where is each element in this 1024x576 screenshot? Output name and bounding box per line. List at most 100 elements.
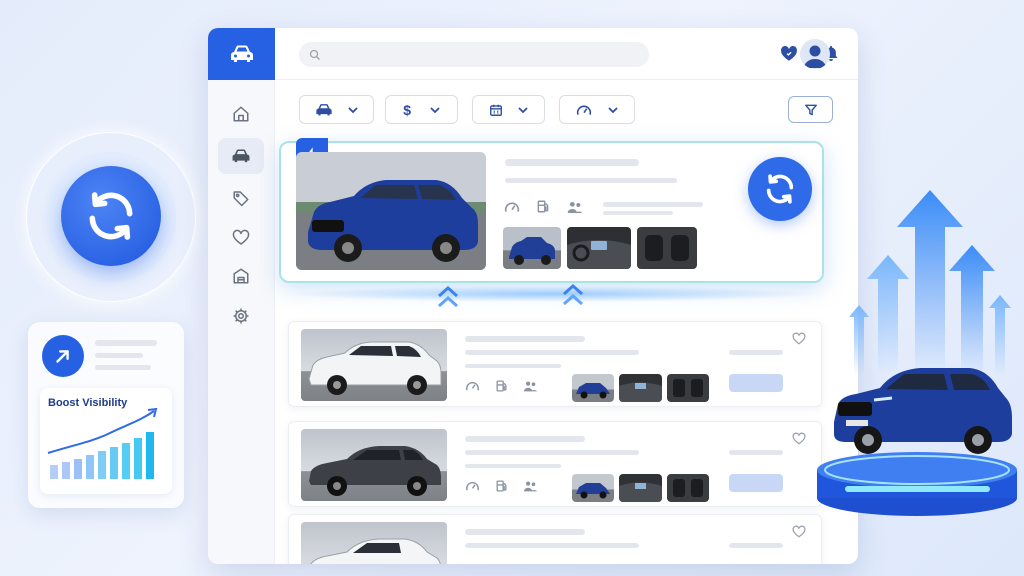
placeholder-line: [95, 340, 157, 346]
sidebar-item-dealership[interactable]: [218, 258, 264, 294]
sidebar-item-favorites[interactable]: [218, 220, 264, 256]
interior-seats-image: [673, 479, 703, 497]
car-image-white-sedan: [310, 538, 441, 564]
view-listing-button[interactable]: [729, 374, 783, 392]
view-listing-button[interactable]: [729, 474, 783, 492]
placeholder-line: [95, 353, 143, 358]
refresh-icon: [766, 174, 794, 204]
growth-bar: [110, 447, 118, 479]
listing-car-photo[interactable]: [301, 522, 447, 564]
subtitle-placeholder: [465, 364, 561, 368]
price-placeholder: [729, 450, 783, 455]
filter-price[interactable]: $: [385, 95, 458, 124]
listing-card[interactable]: [288, 321, 822, 407]
favorites-button[interactable]: [780, 45, 798, 63]
refresh-badge: [61, 166, 161, 266]
subtitle-placeholder: [465, 450, 639, 455]
top-bar: [275, 28, 858, 80]
search-input[interactable]: [327, 48, 627, 61]
favorite-heart-icon[interactable]: [792, 432, 806, 445]
app-window: $: [208, 28, 858, 564]
chevron-down-icon: [608, 106, 618, 113]
interior-dashboard-image: [567, 240, 631, 269]
car-image-dark-sedan: [309, 446, 441, 496]
chevron-down-icon: [518, 106, 528, 113]
subtitle-placeholder: [505, 178, 677, 183]
sidebar-item-settings[interactable]: [218, 298, 264, 334]
car-logo-icon: [230, 45, 253, 62]
refresh-icon: [89, 192, 133, 240]
gallery-thumbnail-seats[interactable]: [667, 474, 709, 502]
boost-glow: [288, 286, 818, 302]
sidebar-item-vehicles[interactable]: [218, 138, 264, 174]
fuel-pump-icon: [496, 380, 507, 392]
growth-chart: [47, 407, 158, 479]
passengers-icon: [523, 481, 538, 492]
advanced-filter-button[interactable]: [788, 96, 833, 123]
calendar-icon: [489, 104, 502, 116]
car-image-white-suv: [308, 341, 442, 395]
gallery-thumbnail-exterior[interactable]: [572, 474, 614, 502]
sidebar-item-home[interactable]: [218, 96, 264, 132]
sidebar: [208, 80, 275, 564]
sidebar-item-tags[interactable]: [218, 180, 264, 216]
passengers-icon: [567, 202, 583, 213]
growth-bar: [74, 459, 82, 479]
favorites-heart-icon: [781, 46, 797, 61]
tag-icon: [233, 191, 249, 207]
user-avatar[interactable]: [800, 39, 830, 69]
subtitle-placeholder: [465, 464, 561, 468]
search-icon: [309, 49, 320, 60]
listing-car-photo[interactable]: [301, 329, 447, 401]
search-bar[interactable]: [299, 42, 649, 67]
listing-car-photo[interactable]: [301, 429, 447, 501]
gallery-thumbnail-exterior[interactable]: [503, 227, 561, 269]
car-icon: [232, 149, 250, 163]
app-logo[interactable]: [208, 28, 275, 80]
interior-dashboard-image: [619, 382, 662, 402]
title-placeholder: [465, 436, 585, 442]
refresh-listing-button[interactable]: [748, 157, 812, 221]
user-avatar-icon: [804, 45, 826, 68]
listing-card[interactable]: [288, 421, 822, 507]
listing-card[interactable]: [288, 514, 822, 564]
gallery-thumbnail-dashboard[interactable]: [619, 474, 662, 502]
interior-seats-image: [673, 379, 703, 397]
car-image: [296, 152, 486, 270]
spec-placeholder: [603, 211, 673, 215]
gallery-thumbnail-seats[interactable]: [637, 227, 697, 269]
dollar-icon: $: [403, 101, 412, 118]
filter-vehicle-type[interactable]: [299, 95, 374, 124]
price-placeholder: [729, 350, 783, 355]
chevron-down-icon: [348, 106, 358, 113]
growth-bar: [134, 438, 142, 479]
price-placeholder: [729, 543, 783, 548]
filter-mileage[interactable]: [559, 95, 635, 124]
gallery-thumbnail-dashboard[interactable]: [619, 374, 662, 402]
boost-badge: [42, 335, 84, 377]
growth-bar: [122, 443, 130, 479]
speedometer-icon: [504, 202, 520, 212]
growth-bar: [50, 465, 58, 479]
gallery-thumbnail-dashboard[interactable]: [567, 227, 631, 269]
car-icon: [316, 103, 332, 116]
filter-year[interactable]: [472, 95, 545, 124]
double-chevron-up-icon: [438, 285, 458, 308]
favorite-heart-icon[interactable]: [792, 525, 806, 538]
hero-car-blue-suv: [834, 368, 1012, 454]
gallery-thumbnail-exterior[interactable]: [572, 374, 614, 402]
car-thumbnail-image: [509, 237, 555, 265]
trend-up-arrow-icon: [56, 350, 69, 363]
interior-seats-image: [645, 235, 689, 261]
favorite-heart-icon[interactable]: [792, 332, 806, 345]
car-thumbnail-image: [576, 483, 610, 499]
featured-car-photo[interactable]: [296, 152, 486, 270]
growth-bar: [86, 455, 94, 479]
gallery-thumbnail-seats[interactable]: [667, 374, 709, 402]
title-placeholder: [465, 529, 585, 535]
subtitle-placeholder: [465, 350, 639, 355]
title-placeholder: [465, 336, 585, 342]
dealership-icon: [233, 268, 249, 284]
heart-icon: [232, 229, 250, 245]
growth-bar: [98, 451, 106, 479]
